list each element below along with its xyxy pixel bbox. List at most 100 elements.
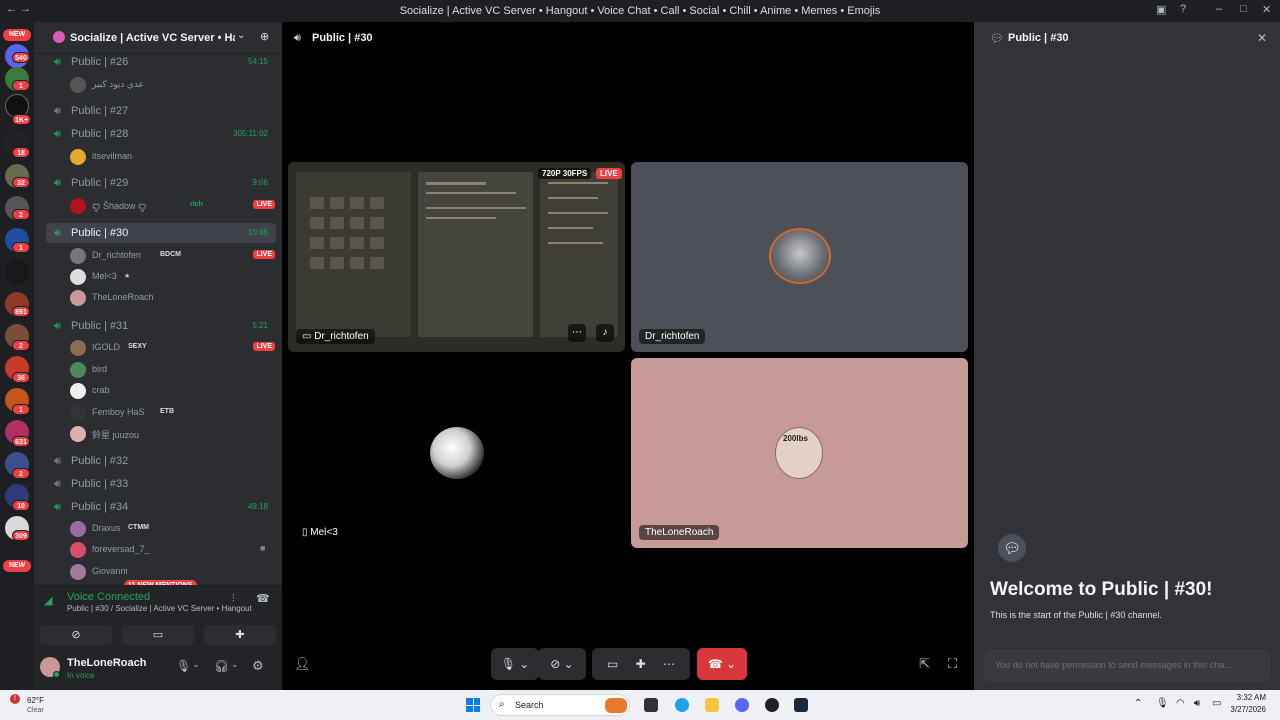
microphone-icon[interactable]: 🎙︎	[1156, 698, 1169, 709]
weather-alert-icon[interactable]: !	[10, 694, 20, 704]
voice-user[interactable]: itsevilman	[70, 147, 275, 167]
voice-user[interactable]: 鈴星 juuzou	[70, 424, 275, 444]
share-screen-button[interactable]: ▭	[122, 625, 194, 645]
search-highlight-icon	[605, 698, 627, 713]
voice-channel-29[interactable]: 🔊︎ Public | #29 9:06	[46, 173, 276, 193]
edge-icon[interactable]	[675, 698, 689, 712]
file-explorer-icon[interactable]	[705, 698, 719, 712]
voice-channel-28[interactable]: 🔊︎ Public | #28 305:11:02	[46, 124, 276, 144]
disconnect-button[interactable]: ☎ ⌄	[697, 648, 747, 680]
voice-channel-32[interactable]: 🔊︎ Public | #32	[46, 451, 276, 471]
message-input[interactable]: You do not have permission to send messa…	[984, 650, 1270, 682]
discord-icon[interactable]	[735, 698, 749, 712]
close-window-button[interactable]: ✕	[1262, 3, 1271, 16]
activity-controls: ▭ ✚ ⋯	[592, 648, 690, 680]
microphone-button[interactable]: 🎙︎ ⌄	[491, 648, 539, 680]
invite-icon[interactable]: 👤︎	[294, 656, 311, 672]
user-name: foreversad_7_	[92, 544, 150, 554]
taskbar-time[interactable]: 3:32 AM	[1222, 693, 1266, 702]
avatar	[70, 542, 86, 558]
steam-icon[interactable]	[794, 698, 808, 712]
voice-user[interactable]: TheLoneRoach	[70, 288, 275, 308]
voice-user[interactable]: Mel<3 ★	[70, 267, 275, 287]
volume-icon[interactable]: 🔊︎	[1194, 698, 1200, 709]
taskbar-search[interactable]: ⌕ Search	[490, 694, 630, 716]
chat-bubble-icon: 💬︎	[998, 534, 1026, 562]
help-icon[interactable]: ?	[1180, 3, 1186, 15]
noise-suppression-icon[interactable]: ⫶	[232, 593, 235, 606]
server-icon-leaf[interactable]	[5, 260, 29, 284]
voice-user[interactable]: foreversad_7_ ■	[70, 540, 275, 560]
voice-location[interactable]: Public | #30 / Socialize | Active VC Ser…	[67, 604, 252, 613]
user-name: Femboy HaS	[92, 407, 145, 417]
user-name[interactable]: TheLoneRoach	[67, 657, 146, 669]
camera-button[interactable]: ⊘ ⌄	[538, 648, 586, 680]
chevron-down-icon[interactable]: ⌄	[231, 659, 239, 670]
minimize-button[interactable]: –	[1216, 3, 1222, 15]
server-badge: 891	[12, 306, 30, 317]
speaker-icon: 🔊︎	[54, 128, 61, 140]
more-icon[interactable]: ⋯	[663, 657, 675, 671]
voice-user[interactable]: ꨄ︎ Ŝhadow ꨄ︎ rich LIVE	[70, 196, 275, 216]
channel-timer: 5:21	[252, 321, 268, 330]
tile-name: ▯ Mel<3	[296, 525, 344, 540]
add-friend-icon[interactable]: ⊕	[260, 30, 269, 43]
server-badge: 631	[12, 436, 30, 447]
activities-button[interactable]: ✚	[204, 625, 276, 645]
voice-channel-27[interactable]: 🔊︎ Public | #27	[46, 101, 276, 121]
speaker-icon: 🔊︎	[54, 105, 61, 117]
voice-user[interactable]: عدي ديود كبير	[70, 75, 275, 95]
taskview-icon[interactable]	[644, 698, 658, 712]
user-tile[interactable]: 200lbs TheLoneRoach	[631, 358, 968, 548]
voice-user[interactable]: IGOLD SEXY LIVE	[70, 338, 275, 358]
server-badge: 2	[12, 340, 30, 351]
voice-user[interactable]: bird	[70, 360, 275, 380]
text-chat-panel: 💬︎ Public | #30 ✕ 💬︎ Welcome to Public |…	[974, 22, 1280, 690]
close-icon[interactable]: ✕	[1257, 31, 1267, 45]
maximize-button[interactable]: □	[1240, 3, 1247, 15]
taskbar-date[interactable]: 3/27/2026	[1212, 705, 1266, 714]
activities-icon[interactable]: ✚	[636, 657, 646, 671]
voice-channel-26[interactable]: 🔊︎ Public | #26 54:15	[46, 52, 276, 72]
voice-channel-34[interactable]: 🔊︎ Public | #34 49:18	[46, 497, 276, 517]
popout-icon[interactable]: ⇱	[919, 656, 930, 672]
start-button[interactable]	[466, 698, 480, 712]
voice-user[interactable]: crab	[70, 381, 275, 401]
voice-user[interactable]: Giovanni	[70, 562, 275, 582]
voice-user[interactable]: Draxus CTMM	[70, 519, 275, 539]
voice-user[interactable]: Femboy HaS ETB	[70, 403, 275, 423]
user-tile[interactable]: Dr_richtofen	[631, 162, 968, 352]
voice-channel-30[interactable]: 🔊︎ Public | #30 10:45	[46, 223, 276, 243]
server-header[interactable]: Socialize | Active VC Server • Han... ⌄ …	[34, 22, 282, 54]
obs-icon[interactable]	[765, 698, 779, 712]
speaker-icon: 🔊︎	[54, 56, 61, 68]
user-name: ꨄ︎ Ŝhadow ꨄ︎	[92, 201, 147, 211]
search-icon: ⌕	[499, 699, 505, 710]
wifi-icon[interactable]: ◠	[1176, 698, 1185, 709]
volume-button[interactable]: ♪	[596, 324, 614, 342]
chevron-down-icon[interactable]: ⌄	[192, 659, 200, 670]
user-tag: ★	[124, 273, 131, 280]
gear-icon[interactable]: ⚙︎	[252, 658, 264, 674]
share-screen-icon[interactable]: ▭	[607, 657, 618, 671]
chevron-down-icon[interactable]: ⌄	[237, 30, 245, 41]
inbox-icon[interactable]: ▣	[1156, 3, 1166, 16]
voice-channel-31[interactable]: 🔊︎ Public | #31 5:21	[46, 316, 276, 336]
microphone-icon[interactable]: 🎙︎	[176, 659, 191, 673]
headphones-icon[interactable]: 🎧︎	[214, 659, 229, 673]
user-tag: rich	[190, 201, 203, 208]
voice-user[interactable]: Dr_richtofen BDCM LIVE	[70, 246, 275, 266]
stream-tile[interactable]: 720P 30FPS LIVE ▭ Dr_richtofen ⋯ ♪	[288, 162, 625, 352]
tile-name-text: Mel<3	[310, 527, 338, 538]
server-badge: 1	[12, 242, 30, 253]
fullscreen-icon[interactable]: ⛶	[948, 656, 957, 672]
camera-off-button[interactable]: ⊘	[40, 625, 112, 645]
chevron-up-icon[interactable]: ⌃	[1134, 698, 1142, 709]
voice-channel-33[interactable]: 🔊︎ Public | #33	[46, 474, 276, 494]
user-tile[interactable]: ▯ Mel<3	[288, 358, 625, 548]
channel-label: Public | #27	[71, 105, 129, 117]
more-options-button[interactable]: ⋯	[568, 324, 586, 342]
server-badge: 32	[12, 177, 30, 188]
disconnect-icon[interactable]: ☎	[256, 592, 270, 605]
weather-temp[interactable]: 62°F	[27, 696, 44, 705]
